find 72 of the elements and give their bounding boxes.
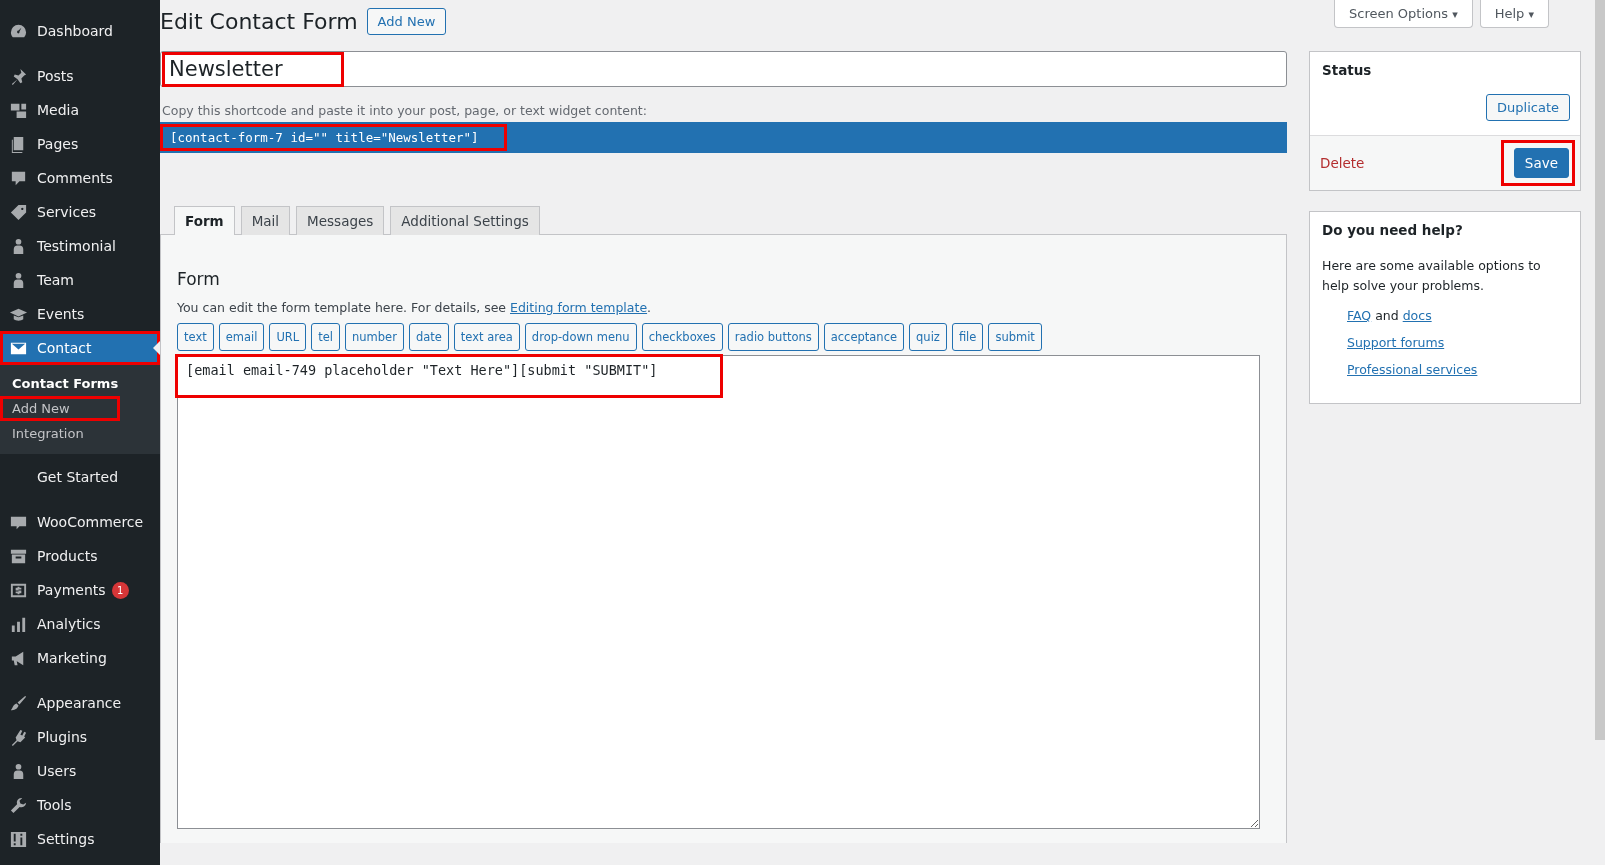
sidebar-item[interactable]: Pages [0, 127, 160, 161]
screen-meta-tab[interactable]: Screen Options ▾ [1334, 0, 1473, 28]
sidebar-item[interactable]: Comments [0, 161, 160, 195]
sliders-icon [9, 829, 28, 849]
sidebar-item[interactable]: Appearance [0, 686, 160, 720]
link-separator-text: and [1374, 308, 1400, 323]
sidebar-item[interactable]: Plugins [0, 720, 160, 754]
add-new-button[interactable]: Add New [366, 8, 447, 35]
sidebar-item[interactable]: Products [0, 539, 160, 573]
notification-badge: 1 [111, 581, 129, 599]
screen-meta-tab[interactable]: Help ▾ [1479, 0, 1549, 28]
sidebar-item[interactable]: Payments 1 [0, 573, 160, 607]
page-title: Edit Contact Form [160, 9, 358, 34]
delete-link[interactable]: Delete [1320, 155, 1365, 171]
help-text: Here are some available options to help solve your problems. [1321, 257, 1542, 295]
tab[interactable]: Form [174, 206, 235, 235]
tag-generator-button[interactable]: text area [453, 323, 520, 351]
tag-generator-button[interactable]: submit [988, 323, 1042, 351]
tag-generator-button[interactable]: number [345, 323, 404, 351]
tab[interactable]: Mail [240, 206, 291, 235]
sidebar-item[interactable]: Analytics [0, 607, 160, 641]
plug-icon [9, 727, 28, 747]
box-title: Status [1321, 61, 1373, 80]
tag-generator-button[interactable]: quiz [909, 323, 947, 351]
sidebar-item[interactable]: Services [0, 195, 160, 229]
tag-generator-button[interactable]: text [177, 323, 214, 351]
submenu-item[interactable]: Integration [0, 421, 120, 446]
brush-icon [9, 693, 28, 713]
help-link[interactable]: docs [1402, 308, 1432, 323]
sidebar-item[interactable]: Posts [0, 59, 160, 93]
panel-description: You can edit the form template here. For details, see Editing form template. [177, 300, 653, 315]
sidebar-item[interactable]: Dashboard [0, 14, 160, 48]
sidebar-item[interactable]: Contact [0, 331, 160, 365]
help-link[interactable]: FAQ [1347, 308, 1372, 323]
wrench-icon [9, 795, 28, 815]
sidebar-item[interactable]: Tools [0, 788, 160, 822]
shortcode-field[interactable]: [contact-form-7 id="" title="Newsletter"] [160, 122, 1287, 153]
tag-generator-button[interactable]: radio buttons [727, 323, 819, 351]
tab[interactable]: Additional Settings [390, 206, 540, 235]
scrollbar[interactable] [1595, 0, 1605, 740]
tag-generator-button[interactable]: tel [311, 323, 341, 351]
sidebar-item[interactable]: Testimonial [0, 229, 160, 263]
sidebar-item[interactable]: Events [0, 297, 160, 331]
panel-title: Form [177, 269, 221, 289]
sidebar-item[interactable]: Media [0, 93, 160, 127]
sidebar-item[interactable]: Marketing [0, 641, 160, 675]
tag-generator-button[interactable]: email [218, 323, 265, 351]
shortcode-text: [contact-form-7 id="" title="Newsletter"] [160, 124, 507, 151]
tag-generator-button[interactable]: checkboxes [641, 323, 723, 351]
help-link[interactable]: Support forums [1347, 335, 1445, 350]
tag-generator-button[interactable]: drop-down menu [524, 323, 637, 351]
help-link[interactable]: Professional services [1347, 362, 1478, 377]
duplicate-button[interactable]: Duplicate [1486, 94, 1570, 121]
submenu-item[interactable]: Add New [0, 396, 120, 421]
title-field[interactable]: Newsletter [160, 51, 1287, 87]
tag-generator-button[interactable]: date [408, 323, 449, 351]
tag-generator-button[interactable]: acceptance [823, 323, 905, 351]
save-button[interactable]: Save [1513, 148, 1569, 178]
box-title: Do you need help? [1321, 221, 1464, 240]
editing-template-link[interactable]: Editing form template [510, 300, 648, 315]
form-template-field[interactable]: [email email-749 placeholder "Text Here"][submit "SUBMIT"] [177, 355, 1260, 829]
submenu-item[interactable]: Contact Forms [0, 371, 120, 396]
shortcode-hint: Copy this shortcode and paste it into your post, page, or text widget content: [162, 103, 648, 118]
sidebar-item[interactable]: WooCommerce [0, 505, 160, 539]
sidebar-item[interactable]: Team [0, 263, 160, 297]
tag-generator-button[interactable]: URL [269, 323, 307, 351]
tag-icon [9, 202, 28, 222]
sidebar-item[interactable]: Users [0, 754, 160, 788]
tab[interactable]: Messages [296, 206, 385, 235]
sidebar-item[interactable]: Settings [0, 822, 160, 856]
sidebar-item[interactable]: Get Started [0, 460, 160, 494]
tag-generator-button[interactable]: file [951, 323, 984, 351]
